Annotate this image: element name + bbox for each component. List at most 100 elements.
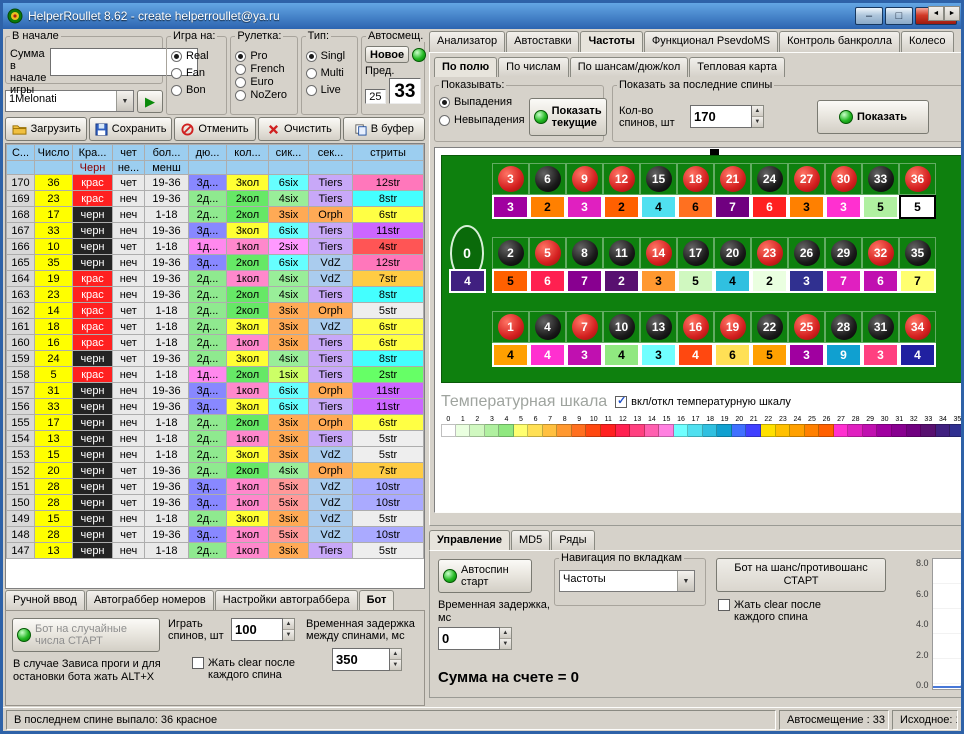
history-row[interactable]: 14915черннеч1-182д...3кол3sixVdZ5str <box>7 511 424 527</box>
ctrl-tab-Ряды[interactable]: Ряды <box>551 530 594 550</box>
left-tab-Настройки автограббера[interactable]: Настройки автограббера <box>215 590 358 610</box>
field-number-23[interactable]: 23 <box>751 237 788 269</box>
main-tab-Автоставки[interactable]: Автоставки <box>506 31 579 52</box>
spinner-down-icon[interactable]: ▼ <box>390 660 401 670</box>
history-row[interactable]: 15128чернчет19-363д...1кол5sixVdZ10str <box>7 479 424 495</box>
history-row[interactable]: 15028чернчет19-363д...1кол5sixVdZ10str <box>7 495 424 511</box>
history-row[interactable]: 16118красчет1-182д...3кол3sixVdZ6str <box>7 319 424 335</box>
left-tab-Ручной ввод[interactable]: Ручной ввод <box>5 590 85 610</box>
field-number-15[interactable]: 15 <box>640 163 677 195</box>
main-tab-Контроль банкролла[interactable]: Контроль банкролла <box>779 31 900 52</box>
tab-navigation-combo[interactable]: Частоты ▼ <box>559 570 695 592</box>
type-radio-Singl[interactable]: Singl <box>306 50 353 62</box>
history-row[interactable]: 15315черннеч1-182д...3кол3sixVdZ5str <box>7 447 424 463</box>
toolbar-button-Очистить[interactable]: Очистить <box>258 117 340 141</box>
field-number-21[interactable]: 21 <box>714 163 751 195</box>
autospin-start-button[interactable]: Автоспин старт <box>438 559 532 593</box>
show-button[interactable]: Показать <box>817 100 929 134</box>
main-tab-Анализатор[interactable]: Анализатор <box>429 31 505 52</box>
field-number-27[interactable]: 27 <box>788 163 825 195</box>
clear-after-spin-checkbox[interactable]: Жать clear после каждого спина <box>192 657 318 681</box>
history-row[interactable]: 14713черннеч1-182д...1кол3sixTiers5str <box>7 543 424 559</box>
history-row[interactable]: 15413черннеч1-182д...1кол3sixTiers5str <box>7 431 424 447</box>
history-row[interactable]: 1585краснеч1-181д...2кол1sixTiers2str <box>7 367 424 383</box>
field-number-13[interactable]: 13 <box>640 311 677 343</box>
field-number-22[interactable]: 22 <box>751 311 788 343</box>
field-number-34[interactable]: 34 <box>899 311 936 343</box>
tab-scroll-left-button[interactable]: ◄ <box>928 6 944 21</box>
roulette-radio-Euro[interactable]: Euro <box>235 76 292 88</box>
history-row[interactable]: 16016красчет1-182д...1кол3sixTiers6str <box>7 335 424 351</box>
field-number-33[interactable]: 33 <box>862 163 899 195</box>
toolbar-button-Отменить[interactable]: Отменить <box>174 117 256 141</box>
field-number-29[interactable]: 29 <box>825 237 862 269</box>
roulette-radio-Pro[interactable]: Pro <box>235 50 292 62</box>
field-number-6[interactable]: 6 <box>529 163 566 195</box>
field-number-3[interactable]: 3 <box>492 163 529 195</box>
roulette-radio-French[interactable]: French <box>235 63 292 75</box>
field-number-5[interactable]: 5 <box>529 237 566 269</box>
game-radio-Real[interactable]: Real <box>171 50 222 62</box>
history-row[interactable]: 16733черннеч19-363д...3кол6sixTiers11str <box>7 223 424 239</box>
field-number-12[interactable]: 12 <box>603 163 640 195</box>
roulette-radio-NoZero[interactable]: NoZero <box>235 89 292 101</box>
history-row[interactable]: 16610чернчет1-181д...1кол2sixTiers4str <box>7 239 424 255</box>
field-number-26[interactable]: 26 <box>788 237 825 269</box>
toolbar-button-Сохранить[interactable]: Сохранить <box>89 117 171 141</box>
type-radio-Live[interactable]: Live <box>306 84 353 96</box>
toolbar-button-В буфер[interactable]: В буфер <box>343 117 425 141</box>
minimize-button[interactable]: – <box>855 7 883 25</box>
field-number-25[interactable]: 25 <box>788 311 825 343</box>
field-number-30[interactable]: 30 <box>825 163 862 195</box>
field-number-18[interactable]: 18 <box>677 163 714 195</box>
chance-bot-start-button[interactable]: Бот на шанс/противошанс СТАРТ <box>716 558 886 592</box>
field-number-14[interactable]: 14 <box>640 237 677 269</box>
game-radio-Bon[interactable]: Bon <box>171 84 222 96</box>
history-row[interactable]: 15633черннеч19-363д...3кол6sixTiers11str <box>7 399 424 415</box>
field-number-35[interactable]: 35 <box>899 237 936 269</box>
spins-count-input[interactable] <box>231 618 283 641</box>
left-tab-Бот[interactable]: Бот <box>359 590 395 610</box>
field-number-17[interactable]: 17 <box>677 237 714 269</box>
show-radio-Выпадения[interactable]: Выпадения <box>439 96 525 108</box>
history-row[interactable]: 14828чернчет19-363д...1кол5sixVdZ10str <box>7 527 424 543</box>
temp-scale-checkbox[interactable]: ✓ вкл/откл температурную шкалу <box>615 396 791 408</box>
random-bot-start-button[interactable]: Бот на случайные числа СТАРТ <box>12 618 160 652</box>
ctrl-tab-Управление[interactable]: Управление <box>429 530 510 550</box>
field-number-8[interactable]: 8 <box>566 237 603 269</box>
left-tab-Автограббер номеров[interactable]: Автограббер номеров <box>86 590 214 610</box>
field-number-16[interactable]: 16 <box>677 311 714 343</box>
field-number-28[interactable]: 28 <box>825 311 862 343</box>
history-row[interactable]: 16817черннеч1-182д...2кол3sixOrph6str <box>7 207 424 223</box>
history-row[interactable]: 15731черннеч19-363д...1кол6sixOrph11str <box>7 383 424 399</box>
spinner-down-icon[interactable]: ▼ <box>500 639 511 649</box>
history-row[interactable]: 15924чернчет19-362д...3кол4sixTiers8str <box>7 351 424 367</box>
spin-delay-input[interactable] <box>332 648 390 671</box>
spinner-up-icon[interactable]: ▲ <box>752 106 763 117</box>
sub-tab-По шансам/дюж/кол[interactable]: По шансам/дюж/кол <box>570 57 689 77</box>
sub-tab-По полю[interactable]: По полю <box>434 57 497 77</box>
ctrl-tab-MD5[interactable]: MD5 <box>511 530 550 550</box>
spinner-up-icon[interactable]: ▲ <box>390 649 401 660</box>
main-tab-Частоты[interactable]: Частоты <box>580 31 642 52</box>
sub-tab-По числам[interactable]: По числам <box>498 57 569 77</box>
clear-after-spin-checkbox[interactable]: Жать clear после каждого спина <box>718 599 850 623</box>
history-row[interactable]: 17036красчет19-363д...3кол6sixTiers12str <box>7 175 424 191</box>
field-number-4[interactable]: 4 <box>529 311 566 343</box>
spinner-up-icon[interactable]: ▲ <box>283 619 294 630</box>
tab-scroll-right-button[interactable]: ► <box>944 6 960 21</box>
history-row[interactable]: 15220чернчет19-362д...2кол4sixOrph7str <box>7 463 424 479</box>
history-row[interactable]: 16923краснеч19-362д...2кол4sixTiers8str <box>7 191 424 207</box>
show-radio-Невыпадения[interactable]: Невыпадения <box>439 114 525 126</box>
new-shift-button[interactable]: Новое <box>365 46 409 63</box>
field-number-36[interactable]: 36 <box>899 163 936 195</box>
field-number-2[interactable]: 2 <box>492 237 529 269</box>
show-current-button[interactable]: Показать текущие <box>529 98 607 136</box>
field-number-24[interactable]: 24 <box>751 163 788 195</box>
spinner-up-icon[interactable]: ▲ <box>500 628 511 639</box>
game-radio-Fan[interactable]: Fan <box>171 67 222 79</box>
control-delay-input[interactable] <box>438 627 500 650</box>
field-number-7[interactable]: 7 <box>566 311 603 343</box>
toolbar-button-Загрузить[interactable]: Загрузить <box>5 117 87 141</box>
main-tab-Колесо[interactable]: Колесо <box>901 31 954 52</box>
